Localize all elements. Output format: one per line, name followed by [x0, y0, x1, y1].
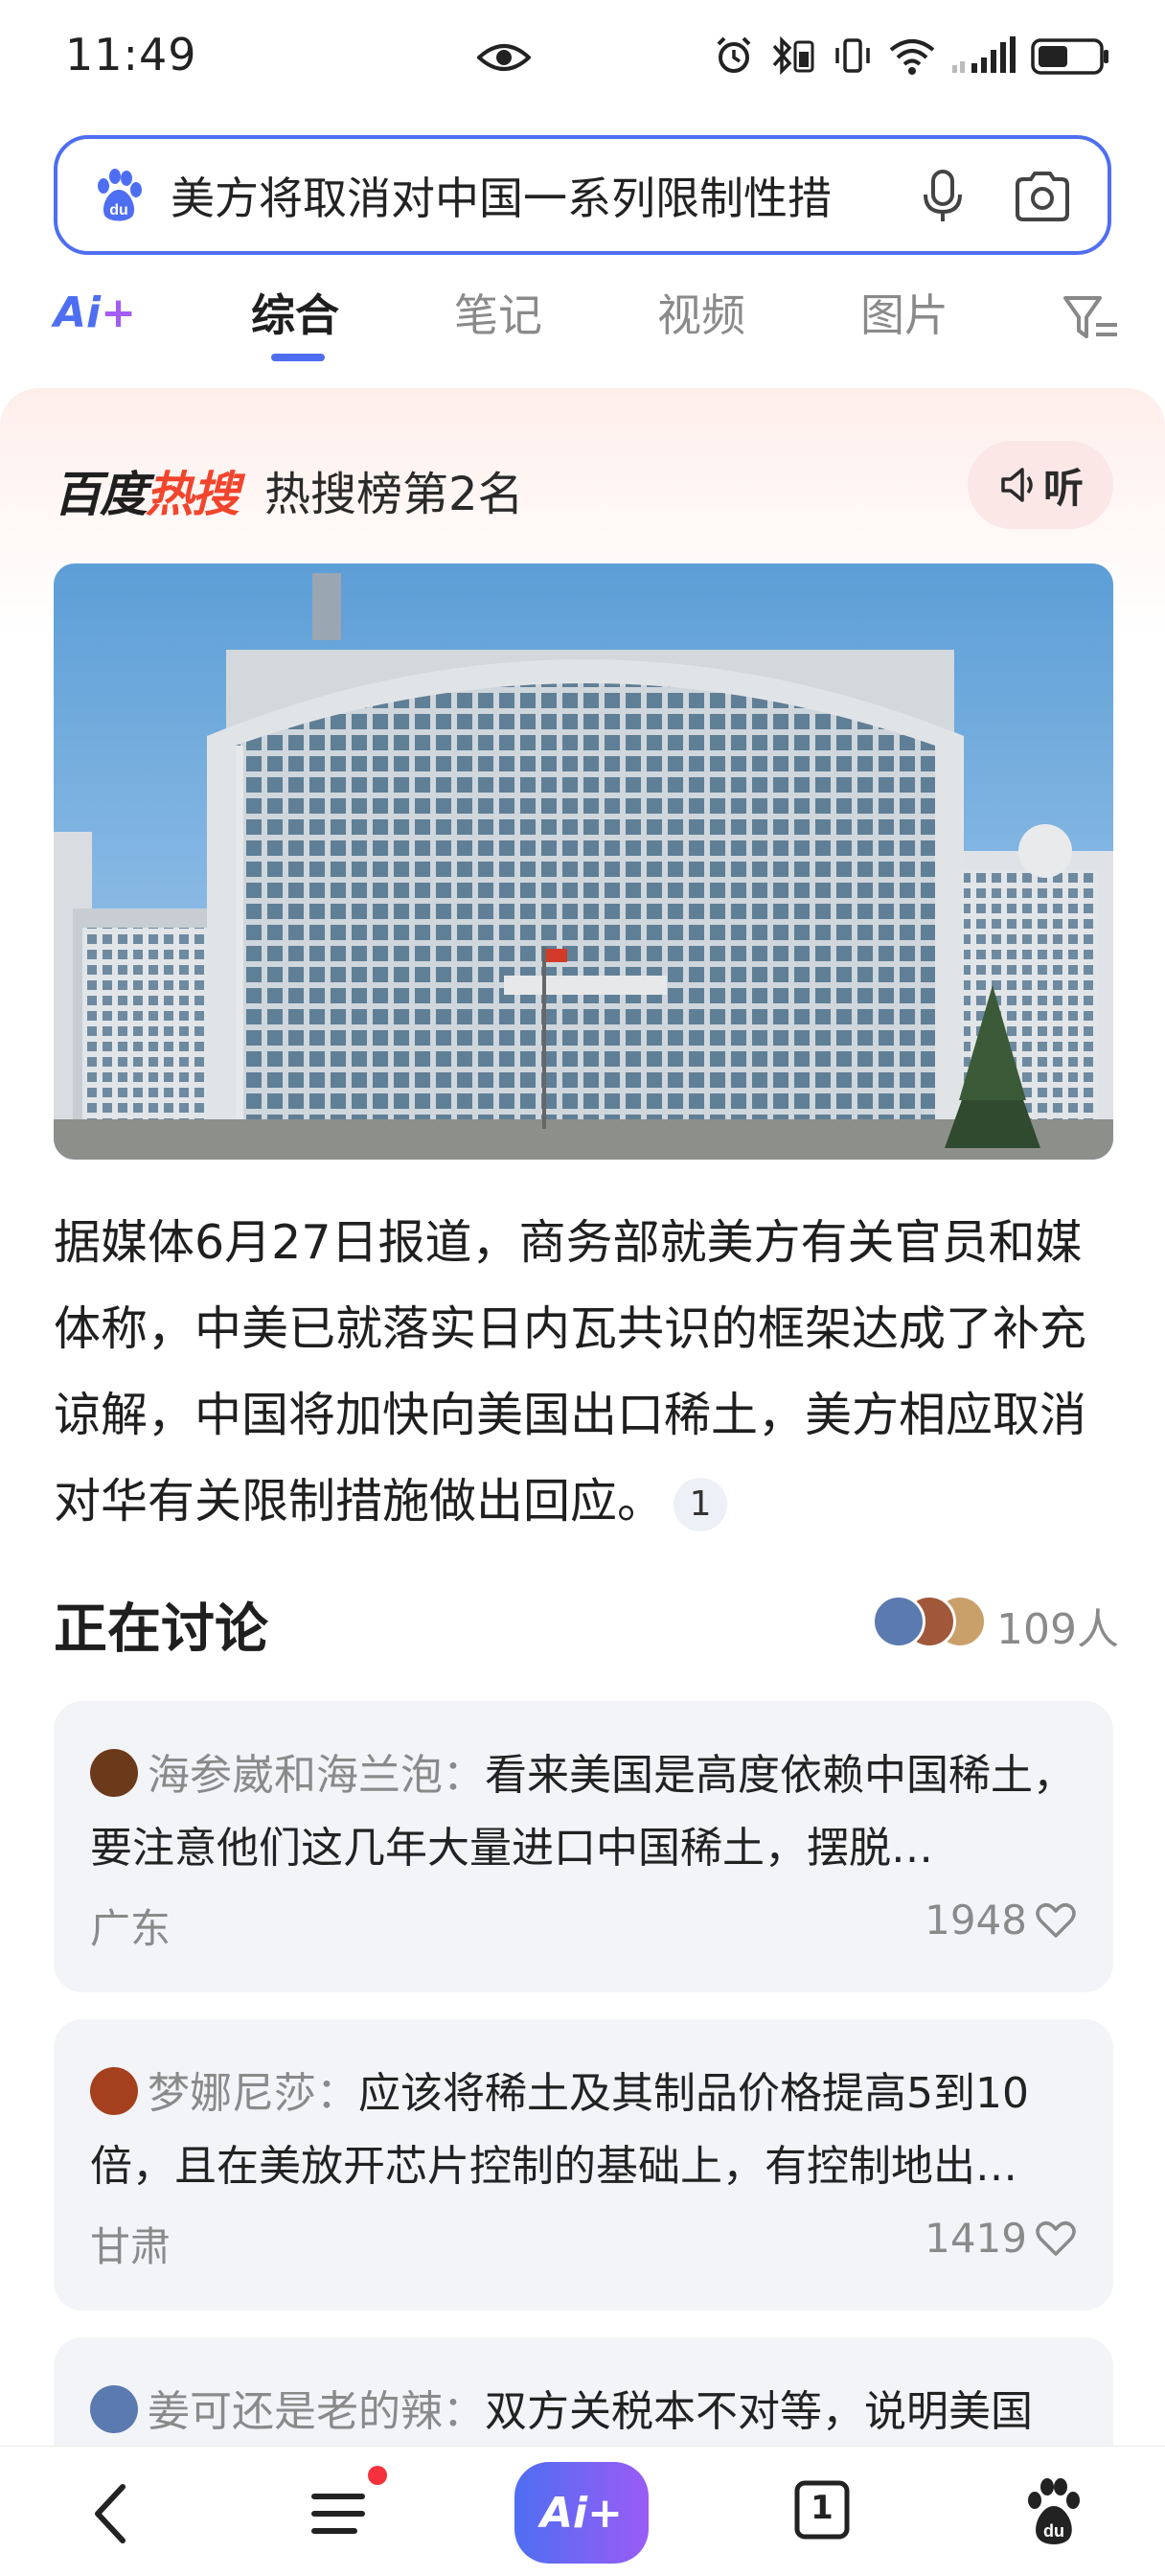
comment-user: 梦娜尼莎： [148, 2069, 358, 2118]
brand-text: 百度 [54, 467, 148, 522]
signal-icon [952, 36, 1016, 73]
comment-text: 双方关税本不对等，说明美国 [485, 2387, 1033, 2436]
eye-icon [477, 44, 531, 71]
tab-comprehensive[interactable]: 综合 [251, 281, 339, 344]
comment-card[interactable]: 梦娜尼莎：应该将稀土及其制品价格提高5到10倍，且在美放开芯片控制的基础上，有控… [54, 2019, 1113, 2311]
search-bar[interactable]: du 美方将取消对中国一系列限制性措 [54, 135, 1111, 255]
tab-images[interactable]: 图片 [860, 281, 948, 344]
wifi-icon [889, 39, 935, 75]
summary-text: 据媒体6月27日报道，商务部就美方有关官员和媒体称，中美已就落实日内瓦共识的框架… [54, 1215, 1087, 1529]
comment-location: 广东 [90, 1905, 171, 1952]
status-time: 11:49 [65, 29, 197, 80]
status-bar: 11:49 [0, 0, 1165, 119]
listen-label: 听 [1042, 464, 1084, 512]
like-count: 1948 [925, 1897, 1027, 1944]
status-icons [713, 34, 1111, 77]
tab-count: 1 [811, 2489, 834, 2527]
microphone-icon[interactable] [912, 166, 973, 227]
comment-body: 梦娜尼莎：应该将稀土及其制品价格提高5到10倍，且在美放开芯片控制的基础上，有控… [90, 2058, 1086, 2203]
like-count: 1419 [925, 2215, 1027, 2262]
comment-body: 姜可还是老的辣：双方关税本不对等，说明美国 [90, 2376, 1086, 2449]
comment-like-button[interactable]: 1419 [925, 2215, 1077, 2262]
avatar [872, 1595, 925, 1648]
comment-like-button[interactable]: 1948 [925, 1897, 1077, 1944]
alarm-icon [717, 36, 751, 73]
hot-rank-label: 热搜榜第2名 [264, 468, 524, 521]
comment-user: 海参崴和海兰泡： [148, 1751, 485, 1800]
svg-text:du: du [1043, 2521, 1064, 2541]
participant-avatars[interactable] [872, 1595, 987, 1650]
avatar [90, 2067, 138, 2115]
menu-icon[interactable] [307, 2475, 387, 2552]
comment-card[interactable]: 海参崴和海兰泡：看来美国是高度依赖中国稀土，要注意他们这几年大量进口中国稀土，摆… [54, 1701, 1113, 1992]
bluetooth-icon [772, 35, 814, 76]
heart-icon [1036, 2220, 1076, 2256]
discussion-title: 正在讨论 [54, 1598, 268, 1661]
brand-text-red: 热搜 [146, 467, 240, 522]
filter-icon[interactable] [1062, 292, 1119, 346]
ai-plus-label: + [101, 288, 137, 337]
search-tabs: Ai+ 综合 笔记 视频 图片 [0, 273, 1165, 379]
building-photo [54, 564, 1113, 1160]
news-summary: 据媒体6月27日报道，商务部就美方有关官员和媒体称，中美已就落实日内瓦共识的框架… [54, 1200, 1113, 1545]
baidu-home-icon[interactable]: du [1021, 2475, 1086, 2548]
listen-button[interactable]: 听 [968, 441, 1113, 529]
camera-icon[interactable] [1012, 166, 1073, 227]
baidu-hot-search-logo: 百度热搜 [54, 456, 240, 525]
tab-notes[interactable]: 笔记 [454, 281, 542, 344]
battery-icon [1031, 38, 1108, 75]
back-icon[interactable] [80, 2475, 142, 2552]
comment-location: 甘肃 [90, 2223, 171, 2270]
search-input[interactable]: 美方将取消对中国一系列限制性措 [171, 164, 879, 227]
tab-videos[interactable]: 视频 [657, 281, 745, 344]
svg-text:du: du [109, 202, 128, 218]
heart-icon [1036, 1902, 1076, 1938]
ai-label: Ai [54, 288, 102, 337]
avatar [90, 1749, 138, 1797]
ai-assistant-button[interactable]: Ai+ [514, 2462, 649, 2564]
comment-user: 姜可还是老的辣： [148, 2387, 485, 2436]
vibrate-icon [835, 38, 870, 73]
ai-search-tab[interactable]: Ai+ [54, 288, 136, 337]
speaker-icon [1001, 468, 1033, 502]
news-photo[interactable] [54, 564, 1113, 1160]
citation-badge[interactable]: 1 [674, 1477, 728, 1531]
participant-count: 109人 [996, 1605, 1119, 1654]
bottom-navigation: Ai+ 1 du [0, 2446, 1165, 2576]
comment-body: 海参崴和海兰泡：看来美国是高度依赖中国稀土，要注意他们这几年大量进口中国稀土，摆… [90, 1739, 1086, 1885]
notification-dot [368, 2466, 387, 2485]
avatar [90, 2385, 138, 2433]
baidu-paw-icon: du [98, 168, 142, 220]
active-tab-indicator [271, 354, 325, 361]
